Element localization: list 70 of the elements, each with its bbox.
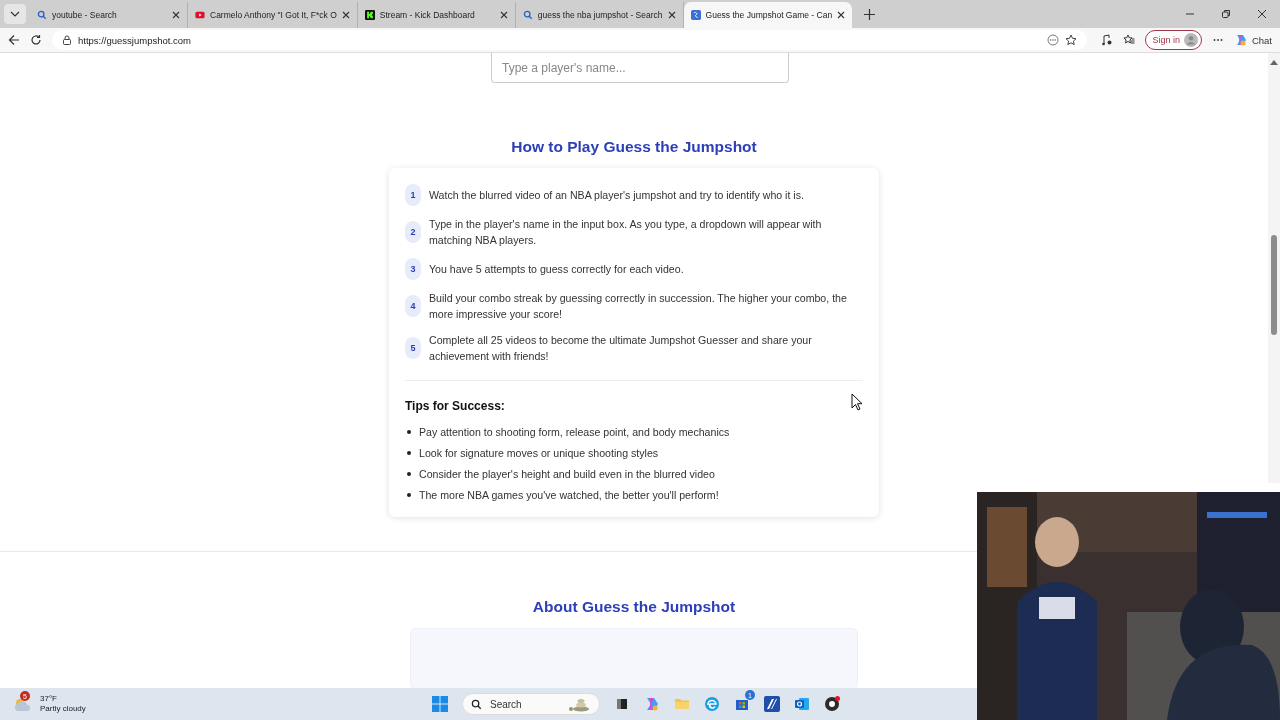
new-tab-icon[interactable] — [864, 8, 876, 20]
tab-title: guess the nba jumpshot - Search — [537, 10, 663, 20]
bullet-icon — [407, 492, 411, 497]
step-text: Complete all 25 videos to become the ultimate Jumpshot Guesser and share your achievement with friends! — [429, 333, 813, 364]
scrollbar[interactable] — [1268, 53, 1280, 483]
copilot-icon[interactable] — [644, 696, 660, 712]
reload-icon[interactable] — [30, 34, 42, 46]
step-number: 3 — [405, 258, 421, 280]
close-icon[interactable] — [341, 11, 350, 19]
search-icon — [37, 10, 47, 20]
url-text: https://guessjumpshot.com — [78, 34, 191, 46]
scroll-thumb[interactable] — [1271, 235, 1277, 335]
temperature: 37°F — [40, 694, 58, 704]
stones-icon — [567, 696, 591, 712]
address-bar[interactable]: https://guessjumpshot.com — [52, 30, 1088, 50]
section-heading: How to Play Guess the Jumpshot — [511, 138, 757, 156]
section-heading: About Guess the Jumpshot — [532, 598, 736, 616]
weather-condition: Partly cloudy — [40, 704, 86, 714]
app-icon[interactable] — [764, 696, 780, 712]
chevron-icon — [10, 11, 20, 17]
tip-text: Look for signature moves or unique shooting styles — [419, 446, 659, 459]
music-icon[interactable] — [1101, 34, 1114, 46]
close-icon[interactable] — [499, 11, 508, 19]
more-icon[interactable] — [1047, 34, 1060, 46]
restore-icon[interactable] — [1221, 9, 1231, 19]
tip-text: Pay attention to shooting form, release point, and body mechanics — [419, 425, 730, 438]
bullet-icon — [407, 471, 411, 476]
player-search-field[interactable]: Type a player's name... — [491, 53, 789, 83]
step-number: 1 — [405, 184, 421, 206]
app-icon[interactable] — [824, 696, 840, 712]
scroll-up-icon[interactable] — [1270, 59, 1278, 65]
cursor-icon — [851, 393, 863, 411]
favorites-icon[interactable] — [1123, 34, 1136, 46]
avatar-icon — [1183, 33, 1198, 47]
step-text: Type in the player's name in the input box. As you type, a dropdown will appear with matching NBA players. — [429, 217, 823, 248]
close-icon[interactable] — [172, 11, 180, 19]
step-number: 2 — [405, 221, 421, 243]
sign-in-button[interactable]: Sign in — [1145, 30, 1202, 50]
search-icon — [522, 10, 533, 20]
back-icon[interactable] — [8, 34, 20, 46]
play-icon — [195, 10, 205, 20]
tip-text: The more NBA games you've watched, the better you'll perform! — [419, 488, 719, 501]
star-icon[interactable] — [1065, 34, 1078, 46]
bullet-icon — [407, 450, 411, 455]
tab-title: Guess the Jumpshot Game - Can — [705, 10, 833, 20]
close-icon[interactable] — [667, 11, 676, 19]
step-number: 4 — [405, 295, 421, 317]
logo-icon — [364, 10, 375, 20]
logo-icon — [690, 10, 701, 20]
tab-title: youtube - Search — [52, 10, 118, 20]
step-number: 5 — [405, 337, 421, 359]
weather-icon — [12, 697, 32, 713]
tab-title: Stream - Kick Dashboard — [379, 10, 476, 20]
taskbar-search[interactable]: Search — [462, 693, 600, 715]
lock-icon — [62, 35, 72, 45]
mail-icon[interactable] — [794, 696, 810, 712]
browser-icon[interactable] — [704, 696, 720, 712]
tip-text: Consider the player's height and build even in the blurred video — [419, 467, 715, 480]
task-view-icon[interactable] — [614, 696, 630, 712]
close-icon[interactable] — [837, 11, 846, 19]
step-text: You have 5 attempts to guess correctly for each video. — [429, 262, 685, 277]
search-icon — [471, 698, 482, 710]
chat-button[interactable]: Chat — [1233, 33, 1272, 47]
browser-tab[interactable]: Guess the Jumpshot Game - Can — [683, 2, 853, 28]
step-text: Build your combo streak by guessing correctly in succession. The higher your combo, the more impressive your score! — [429, 291, 848, 322]
tab-title: Carmelo Anthony "I Got It, F*ck O — [210, 10, 337, 20]
bullet-icon — [407, 429, 411, 434]
close-icon[interactable] — [1257, 9, 1267, 19]
tips-heading: Tips for Success: — [405, 399, 505, 413]
step-text: Watch the blurred video of an NBA player's jumpshot and try to identify who it is. — [429, 188, 805, 203]
